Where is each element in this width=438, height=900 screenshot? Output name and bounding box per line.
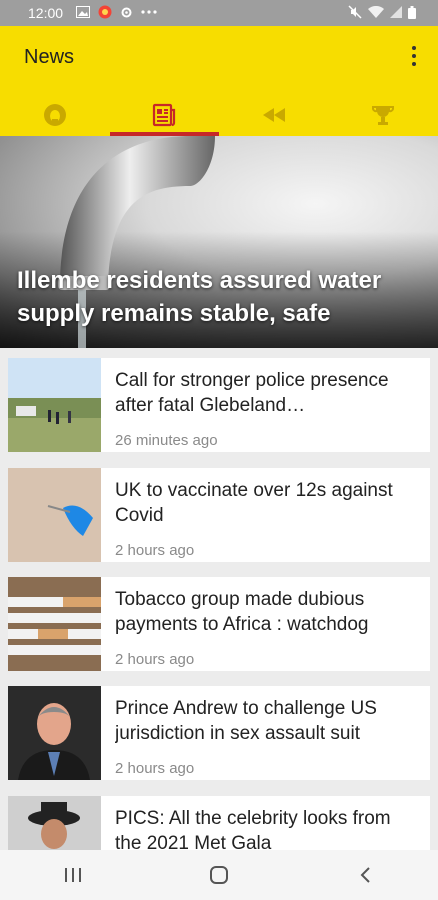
more-notifications-icon (141, 10, 157, 14)
article-headline: Tobacco group made dubious payments to A… (115, 589, 369, 635)
recents-icon (65, 868, 81, 882)
article-headline: UK to vaccinate over 12s against Covid (115, 480, 393, 526)
wifi-icon (368, 5, 384, 18)
back-icon (360, 867, 370, 883)
article-card[interactable]: UK to vaccinate over 12s against Covid 2… (8, 468, 430, 562)
article-time: 26 minutes ago (115, 432, 218, 449)
system-nav-bar (0, 850, 438, 900)
back-button[interactable] (335, 855, 395, 895)
recents-button[interactable] (43, 855, 103, 895)
status-time: 12:00 (28, 5, 64, 21)
article-time: 2 hours ago (115, 651, 195, 668)
tab-live[interactable] (0, 94, 110, 136)
newspaper-icon (153, 103, 176, 127)
dot (412, 46, 416, 50)
status-bar: 12:00 (0, 0, 438, 26)
system-icons (348, 5, 416, 19)
article-thumbnail (8, 577, 101, 671)
article-time: 2 hours ago (115, 760, 195, 777)
article-thumbnail (8, 468, 101, 562)
gallery-icon (76, 6, 90, 18)
home-button[interactable] (189, 855, 249, 895)
article-thumbnail (8, 358, 101, 452)
article-thumbnail (8, 686, 101, 780)
article-time: 2 hours ago (115, 542, 195, 559)
tab-standings[interactable] (329, 94, 438, 136)
app-bar: News (0, 26, 438, 136)
settings-icon (121, 7, 132, 17)
rewind-icon (262, 108, 285, 122)
overflow-menu-button[interactable] (404, 44, 424, 68)
article-card[interactable]: Call for stronger police presence after … (8, 358, 430, 452)
featured-article[interactable]: Illembe residents assured water supply r… (0, 136, 438, 348)
home-icon (210, 866, 228, 884)
notification-icons (76, 5, 157, 19)
battery-icon (408, 5, 416, 19)
article-headline: Call for stronger police presence after … (115, 370, 389, 416)
mute-icon (348, 5, 362, 19)
tab-news[interactable] (109, 94, 220, 136)
article-headline: Prince Andrew to challenge US jurisdicti… (115, 698, 377, 744)
app-notification-icon (98, 5, 112, 19)
dot (412, 54, 416, 58)
featured-headline: Illembe residents assured water supply r… (17, 267, 382, 327)
dot (412, 62, 416, 66)
tab-highlights[interactable] (219, 94, 329, 136)
signal-icon (390, 6, 402, 18)
stadium-icon (43, 104, 66, 126)
article-headline: PICS: All the celebrity looks from the 2… (115, 808, 391, 854)
article-card[interactable]: Prince Andrew to challenge US jurisdicti… (8, 686, 430, 780)
app-title: News (24, 46, 75, 68)
tab-bar (0, 94, 438, 136)
trophy-icon (372, 106, 395, 125)
article-card[interactable]: Tobacco group made dubious payments to A… (8, 577, 430, 671)
